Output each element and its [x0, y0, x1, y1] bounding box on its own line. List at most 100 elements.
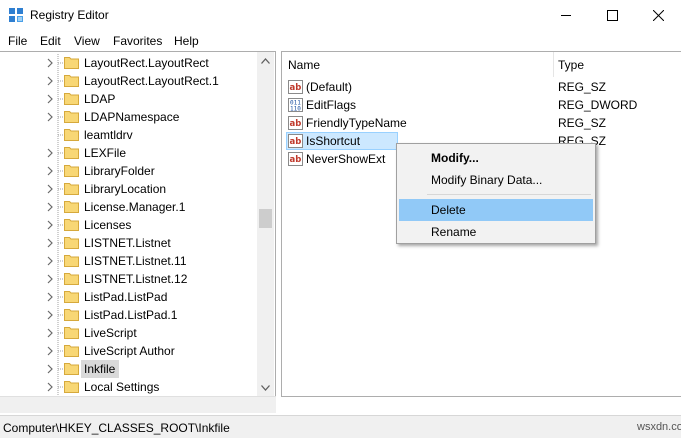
context-menu-rename[interactable]: Rename [399, 221, 593, 243]
tree-item-label: LDAP [84, 92, 116, 106]
tree-item[interactable]: Inkfile [0, 360, 258, 378]
maximize-icon [606, 10, 618, 21]
value-row[interactable]: ab (Default) REG_SZ [286, 78, 676, 96]
tree-connector [57, 234, 63, 252]
folder-icon [64, 363, 79, 375]
tree-vertical-scrollbar[interactable] [257, 52, 274, 396]
context-menu-label: Modify Binary Data... [431, 173, 543, 187]
chevron-right-icon[interactable] [45, 183, 55, 195]
chevron-right-icon[interactable] [45, 111, 55, 123]
menu-favorites[interactable]: Favorites [113, 34, 162, 48]
tree-item[interactable]: ListPad.ListPad [0, 288, 258, 306]
chevron-up-icon [261, 57, 270, 64]
tree-item[interactable]: leamtldrv [0, 126, 258, 144]
binary-value-icon: 011110 [288, 98, 303, 112]
chevron-right-icon[interactable] [45, 147, 55, 159]
tree-connector [57, 342, 63, 360]
maximize-button[interactable] [589, 0, 635, 31]
tree-connector [57, 108, 63, 126]
value-row[interactable]: ab FriendlyTypeName REG_SZ [286, 114, 676, 132]
folder-icon [64, 201, 79, 213]
chevron-right-icon[interactable] [45, 363, 55, 375]
context-menu-modify[interactable]: Modify... [399, 147, 593, 169]
column-separator[interactable] [553, 52, 554, 77]
context-menu-delete[interactable]: Delete [399, 199, 593, 221]
tree-item-label: LibraryFolder [84, 164, 155, 178]
chevron-right-icon[interactable] [45, 381, 55, 393]
chevron-right-icon[interactable] [45, 75, 55, 87]
folder-icon [64, 183, 79, 195]
tree-item[interactable]: License.Manager.1 [0, 198, 258, 216]
menu-file[interactable]: File [8, 34, 27, 48]
tree-item[interactable]: LEXFile [0, 144, 258, 162]
tree-connector [57, 270, 63, 288]
chevron-right-icon[interactable] [45, 255, 55, 267]
menu-bar: File Edit View Favorites Help [0, 31, 681, 51]
tree-connector [57, 288, 63, 306]
svg-text:ab: ab [290, 155, 302, 165]
scroll-down-button[interactable] [257, 379, 274, 396]
tree-item[interactable]: LayoutRect.LayoutRect [0, 54, 258, 72]
chevron-right-icon[interactable] [45, 345, 55, 357]
minimize-icon [560, 15, 571, 16]
title-bar: Registry Editor [0, 0, 681, 31]
menu-edit[interactable]: Edit [40, 34, 61, 48]
chevron-right-icon[interactable] [45, 165, 55, 177]
close-button[interactable] [635, 0, 681, 31]
tree-item[interactable]: LDAP [0, 90, 258, 108]
tree-item[interactable]: LibraryLocation [0, 180, 258, 198]
tree-item[interactable]: LISTNET.Listnet.11 [0, 252, 258, 270]
folder-icon [64, 93, 79, 105]
scroll-thumb[interactable] [259, 209, 272, 228]
tree-item-label: Inkfile [84, 362, 116, 376]
tree-item[interactable]: LISTNET.Listnet [0, 234, 258, 252]
context-menu-label: Rename [431, 225, 477, 239]
folder-icon [64, 291, 79, 303]
tree-connector [57, 54, 63, 72]
tree-connector [57, 378, 63, 396]
chevron-right-icon[interactable] [45, 219, 55, 231]
string-value-icon: ab [288, 116, 303, 130]
folder-icon [64, 237, 79, 249]
chevron-right-icon[interactable] [45, 309, 55, 321]
close-icon [652, 10, 664, 21]
menu-view[interactable]: View [74, 34, 100, 48]
tree-item[interactable]: LayoutRect.LayoutRect.1 [0, 72, 258, 90]
chevron-right-icon[interactable] [45, 327, 55, 339]
tree-item[interactable]: LibraryFolder [0, 162, 258, 180]
tree-item-label: Local Settings [84, 380, 160, 394]
tree-item[interactable]: LDAPNamespace [0, 108, 258, 126]
menu-help[interactable]: Help [174, 34, 199, 48]
svg-text:ab: ab [290, 119, 302, 129]
folder-icon [64, 309, 79, 321]
key-tree-pane[interactable]: LayoutRect.LayoutRect LayoutRect.LayoutRe… [0, 51, 276, 397]
chevron-right-icon[interactable] [45, 93, 55, 105]
tree-connector [57, 216, 63, 234]
minimize-button[interactable] [543, 0, 589, 31]
context-menu-modify-binary-data[interactable]: Modify Binary Data... [399, 169, 593, 191]
tree-item[interactable]: Licenses [0, 216, 258, 234]
tree-connector [57, 144, 63, 162]
chevron-right-icon[interactable] [45, 291, 55, 303]
scroll-up-button[interactable] [257, 52, 274, 69]
tree-connector [57, 162, 63, 180]
tree-horizontal-scrollbar[interactable] [0, 396, 276, 413]
registry-editor-icon [9, 8, 23, 22]
tree-item[interactable]: LiveScript Author [0, 342, 258, 360]
tree-item[interactable]: LiveScript [0, 324, 258, 342]
chevron-right-icon[interactable] [45, 273, 55, 285]
chevron-right-icon[interactable] [45, 237, 55, 249]
tree-item-label: LiveScript [84, 326, 137, 340]
value-type: REG_SZ [558, 80, 607, 94]
chevron-right-icon[interactable] [45, 57, 55, 69]
chevron-right-icon[interactable] [45, 201, 55, 213]
tree-item-label: ListPad.ListPad [84, 290, 168, 304]
folder-icon [64, 165, 79, 177]
tree-item-label: leamtldrv [84, 128, 133, 142]
tree-item[interactable]: LISTNET.Listnet.12 [0, 270, 258, 288]
value-row[interactable]: 011 110 EditFlags REG_DWORD [286, 96, 676, 114]
tree-item[interactable]: Local Settings [0, 378, 258, 396]
tree-item[interactable]: ListPad.ListPad.1 [0, 306, 258, 324]
folder-icon [64, 147, 79, 159]
folder-icon [64, 381, 79, 393]
